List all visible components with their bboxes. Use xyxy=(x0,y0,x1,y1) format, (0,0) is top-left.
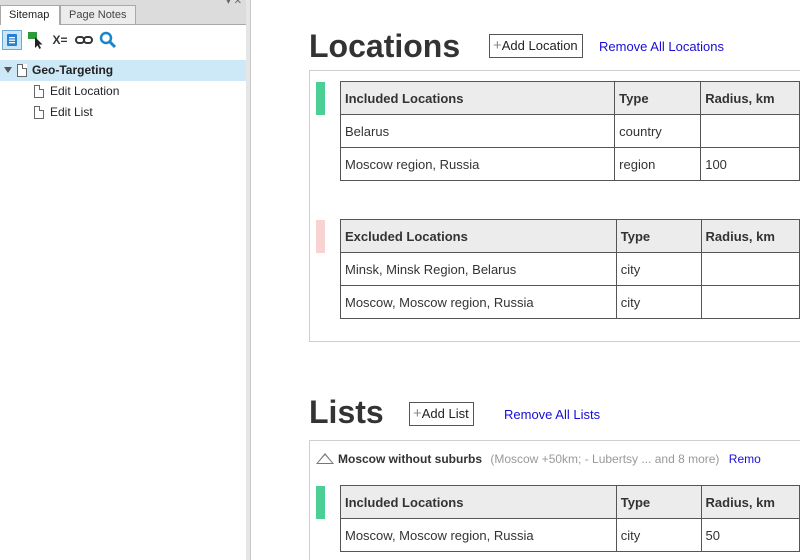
list-name: Moscow without suburbs xyxy=(338,452,482,466)
table-row[interactable]: Moscow region, Russia region 100 xyxy=(339,147,800,181)
tree-item-label: Edit Location xyxy=(50,84,120,98)
list-item-header[interactable]: Moscow without suburbs (Moscow +50km; - … xyxy=(316,452,761,466)
location-cell: Moscow, Moscow region, Russia xyxy=(340,518,617,552)
sitemap-panel: Sitemap Page Notes ▾ ✕ X= Geo-Targeting … xyxy=(0,0,247,560)
page-icon xyxy=(34,106,44,119)
lists-title: Lists xyxy=(309,394,384,430)
search-icon[interactable] xyxy=(98,30,118,50)
type-cell: region xyxy=(614,147,702,181)
radius-cell xyxy=(700,285,800,319)
type-cell: city xyxy=(615,518,702,552)
table-row[interactable]: Moscow, Moscow region, Russia city 50 xyxy=(340,518,800,552)
radius-cell xyxy=(700,252,800,286)
expand-arrow-icon[interactable] xyxy=(4,67,12,73)
main-content: Locations +Add Location Remove All Locat… xyxy=(251,0,800,560)
excluded-marker xyxy=(316,220,325,253)
radius-cell: 50 xyxy=(700,518,800,552)
add-list-button[interactable]: +Add List xyxy=(409,402,474,426)
column-header: Radius, km xyxy=(700,81,800,115)
tree-item-edit-list[interactable]: Edit List xyxy=(0,102,246,123)
table-row[interactable]: Moscow, Moscow region, Russia city xyxy=(340,285,800,319)
remove-all-locations-link[interactable]: Remove All Locations xyxy=(599,39,724,54)
column-header: Radius, km xyxy=(700,485,800,519)
included-marker xyxy=(316,82,325,115)
column-header: Type xyxy=(615,219,702,253)
sitemap-tree: Geo-Targeting Edit Location Edit List xyxy=(0,60,246,123)
excluded-locations-table: Excluded Locations Type Radius, km Minsk… xyxy=(340,219,800,319)
plus-icon: + xyxy=(413,405,422,422)
tree-item-edit-location[interactable]: Edit Location xyxy=(0,81,246,102)
link-icon[interactable] xyxy=(74,30,94,50)
plus-icon: + xyxy=(493,37,502,54)
page-icon xyxy=(34,85,44,98)
table-row[interactable]: Belarus country xyxy=(339,114,800,148)
table-header-row: Included Locations Type Radius, km xyxy=(339,81,800,115)
location-cell: Moscow region, Russia xyxy=(339,147,616,181)
location-cell: Belarus xyxy=(339,114,616,148)
panel-controls[interactable]: ▾ ✕ xyxy=(226,0,242,7)
location-cell: Moscow, Moscow region, Russia xyxy=(340,285,617,319)
tree-item-geo-targeting[interactable]: Geo-Targeting xyxy=(0,60,246,81)
list-remove-link[interactable]: Remo xyxy=(729,452,761,466)
sitemap-toolbar: X= xyxy=(0,30,246,54)
table-row[interactable]: Minsk, Minsk Region, Belarus city xyxy=(340,252,800,286)
type-cell: city xyxy=(615,285,702,319)
included-locations-table: Included Locations Type Radius, km Belar… xyxy=(339,81,800,181)
collapse-triangle-icon[interactable] xyxy=(316,453,334,464)
remove-all-lists-link[interactable]: Remove All Lists xyxy=(504,407,600,422)
list-summary: (Moscow +50km; - Lubertsy ... and 8 more… xyxy=(490,452,720,466)
tab-sitemap[interactable]: Sitemap xyxy=(0,5,60,25)
type-cell: country xyxy=(614,114,702,148)
table-header-row: Excluded Locations Type Radius, km xyxy=(340,219,800,253)
column-header: Included Locations xyxy=(340,485,617,519)
column-header: Radius, km xyxy=(700,219,800,253)
column-header: Excluded Locations xyxy=(340,219,617,253)
sitemap-page-icon[interactable] xyxy=(2,30,22,50)
tree-item-label: Geo-Targeting xyxy=(32,63,114,77)
location-cell: Minsk, Minsk Region, Belarus xyxy=(340,252,617,286)
list-included-locations-table: Included Locations Type Radius, km Mosco… xyxy=(340,485,800,552)
add-list-label: Add List xyxy=(421,406,469,421)
tab-page-notes[interactable]: Page Notes xyxy=(60,5,136,24)
variables-icon[interactable]: X= xyxy=(50,30,70,50)
add-location-button[interactable]: +Add Location xyxy=(489,34,583,58)
add-page-icon[interactable] xyxy=(26,30,46,50)
radius-cell xyxy=(700,114,800,148)
column-header: Included Locations xyxy=(339,81,616,115)
included-marker xyxy=(316,486,325,519)
panel-tabbar: Sitemap Page Notes ▾ ✕ xyxy=(0,0,246,25)
type-cell: city xyxy=(615,252,702,286)
column-header: Type xyxy=(614,81,702,115)
add-location-label: Add Location xyxy=(501,38,578,53)
locations-title: Locations xyxy=(309,28,461,64)
radius-cell: 100 xyxy=(700,147,800,181)
column-header: Type xyxy=(615,485,702,519)
page-icon xyxy=(17,64,27,77)
table-header-row: Included Locations Type Radius, km xyxy=(340,485,800,519)
tree-item-label: Edit List xyxy=(50,105,93,119)
